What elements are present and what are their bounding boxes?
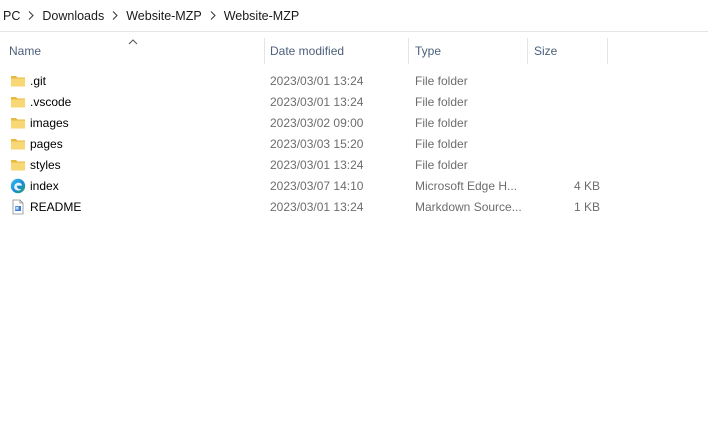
file-name: .vscode bbox=[30, 94, 72, 109]
breadcrumb-item-website-mzp[interactable]: Website-MZP bbox=[126, 9, 201, 23]
file-date: 2023/03/01 13:24 bbox=[270, 199, 364, 214]
column-header-row: Name Date modified Type Size bbox=[0, 38, 708, 64]
markdown-file-icon bbox=[12, 199, 24, 215]
file-row[interactable]: .git 2023/03/01 13:24 File folder bbox=[0, 70, 608, 91]
edge-html-icon bbox=[10, 178, 26, 194]
file-name: pages bbox=[30, 136, 63, 151]
file-type: File folder bbox=[415, 94, 468, 109]
column-divider[interactable] bbox=[607, 38, 608, 64]
column-header-type[interactable]: Type bbox=[415, 38, 527, 64]
file-name: index bbox=[30, 178, 59, 193]
column-header-name-label: Name bbox=[9, 44, 42, 58]
file-row[interactable]: styles 2023/03/01 13:24 File folder bbox=[0, 154, 608, 175]
folder-icon bbox=[11, 97, 25, 108]
chevron-right-icon[interactable] bbox=[104, 11, 126, 20]
column-header-size-label: Size bbox=[534, 44, 558, 58]
file-date: 2023/03/02 09:00 bbox=[270, 115, 364, 130]
file-row[interactable]: images 2023/03/02 09:00 File folder bbox=[0, 112, 608, 133]
file-size: 1 KB bbox=[573, 199, 600, 214]
file-name: styles bbox=[30, 157, 61, 172]
file-type: File folder bbox=[415, 115, 468, 130]
file-date: 2023/03/01 13:24 bbox=[270, 157, 364, 172]
file-size: 4 KB bbox=[573, 178, 600, 193]
column-header-date-label: Date modified bbox=[270, 44, 345, 58]
chevron-right-icon[interactable] bbox=[202, 11, 224, 20]
file-row[interactable]: pages 2023/03/03 15:20 File folder bbox=[0, 133, 608, 154]
file-type: File folder bbox=[415, 73, 468, 88]
file-type: File folder bbox=[415, 157, 468, 172]
file-date: 2023/03/01 13:24 bbox=[270, 94, 364, 109]
breadcrumb-item-downloads[interactable]: Downloads bbox=[42, 9, 104, 23]
folder-icon bbox=[11, 118, 25, 129]
column-divider[interactable] bbox=[527, 38, 528, 64]
column-header-size[interactable]: Size bbox=[534, 38, 607, 64]
file-row[interactable]: README 2023/03/01 13:24 Markdown Source.… bbox=[0, 196, 608, 217]
file-date: 2023/03/07 14:10 bbox=[270, 178, 364, 193]
chevron-right-icon[interactable] bbox=[20, 11, 42, 20]
breadcrumb: PC Downloads Website-MZP Website-MZP bbox=[0, 0, 708, 32]
folder-icon bbox=[11, 139, 25, 150]
file-date: 2023/03/03 15:20 bbox=[270, 136, 364, 151]
file-date: 2023/03/01 13:24 bbox=[270, 73, 364, 88]
folder-icon bbox=[11, 76, 25, 87]
file-type: File folder bbox=[415, 136, 468, 151]
breadcrumb-item-website-mzp-current[interactable]: Website-MZP bbox=[224, 9, 299, 23]
file-name: images bbox=[30, 115, 69, 130]
file-type: Microsoft Edge H... bbox=[415, 178, 518, 193]
column-divider[interactable] bbox=[264, 38, 265, 64]
column-header-name[interactable]: Name bbox=[9, 38, 264, 64]
file-row[interactable]: index 2023/03/07 14:10 Microsoft Edge H.… bbox=[0, 175, 608, 196]
folder-icon bbox=[11, 160, 25, 171]
column-divider[interactable] bbox=[408, 38, 409, 64]
column-header-date-modified[interactable]: Date modified bbox=[270, 38, 408, 64]
file-row[interactable]: .vscode 2023/03/01 13:24 File folder bbox=[0, 91, 608, 112]
file-name: README bbox=[30, 199, 82, 214]
column-header-type-label: Type bbox=[415, 44, 442, 58]
breadcrumb-item-pc[interactable]: PC bbox=[3, 9, 20, 23]
file-type: Markdown Source... bbox=[415, 199, 522, 214]
file-name: .git bbox=[30, 73, 47, 88]
